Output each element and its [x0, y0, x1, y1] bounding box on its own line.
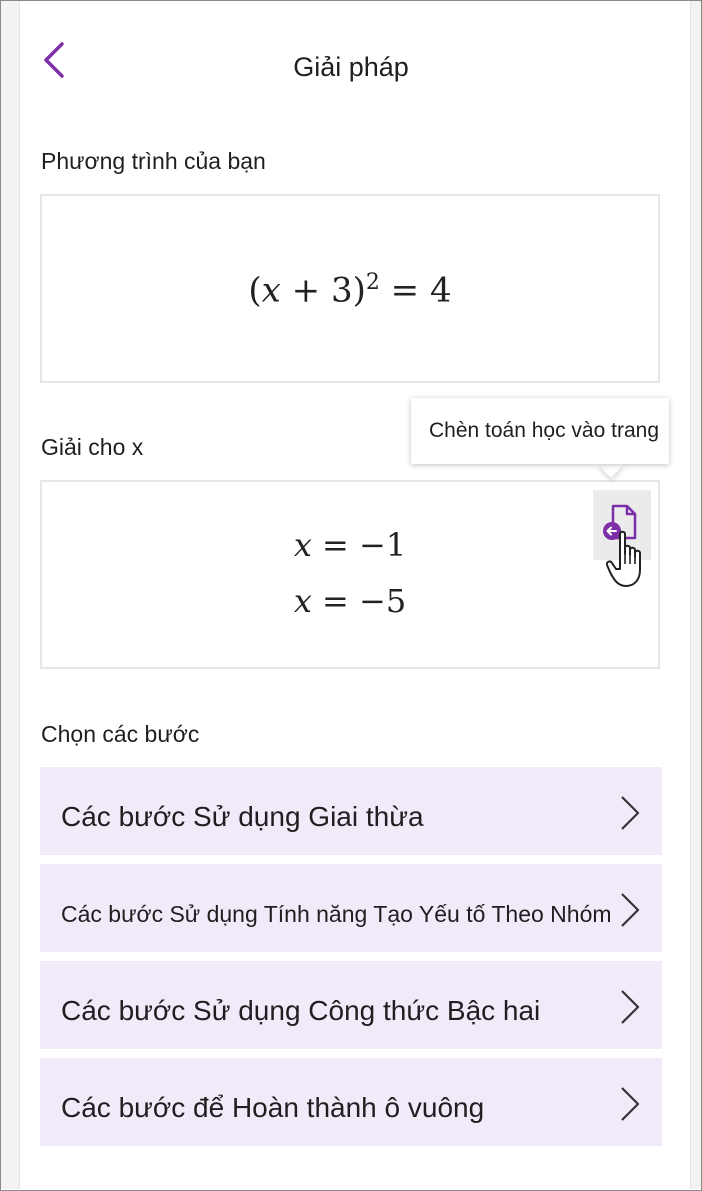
solution-variable: x — [293, 582, 312, 620]
page-title: Giải pháp — [293, 52, 409, 82]
step-option-quadratic-formula[interactable]: Các bước Sử dụng Công thức Bậc hai — [40, 961, 662, 1049]
equation-exponent: 2 — [365, 270, 380, 295]
equation-variable: x — [261, 270, 281, 311]
chevron-right-icon — [621, 990, 640, 1024]
step-option-label: Các bước để Hoàn thành ô vuông — [61, 1092, 485, 1123]
solution-equals: = — [322, 526, 349, 564]
equation-operator: + — [291, 270, 321, 311]
equation-rhs: 4 — [429, 270, 452, 311]
right-scrollbar-track[interactable] — [690, 1, 701, 1189]
solution-card: x = −1 x = −5 — [40, 480, 660, 669]
step-option-label: Các bước Sử dụng Công thức Bậc hai — [61, 995, 541, 1026]
equation-section-label: Phương trình của bạn — [41, 148, 266, 174]
solution-line: x = −1 — [42, 526, 658, 564]
solution-line: x = −5 — [42, 582, 658, 620]
step-option-grouping[interactable]: Các bước Sử dụng Tính năng Tạo Yếu tố Th… — [40, 864, 662, 952]
solution-value: −5 — [359, 582, 407, 620]
equation-equals: = — [390, 270, 420, 311]
step-option-factoring[interactable]: Các bước Sử dụng Giai thừa — [40, 767, 662, 855]
equation-card: (x + 3)2 = 4 — [40, 194, 660, 383]
hand-pointer-cursor-icon — [605, 530, 650, 590]
steps-section-label: Chọn các bước — [41, 721, 200, 747]
solution-section-label: Giải cho x — [41, 434, 144, 460]
equation-paren-open: ( — [248, 270, 262, 311]
chevron-right-icon — [621, 796, 640, 830]
solution-value: −1 — [359, 526, 407, 564]
left-edge-panel — [1, 1, 20, 1189]
solution-equals: = — [322, 582, 349, 620]
chevron-right-icon — [621, 1087, 640, 1121]
chevron-right-icon — [621, 893, 640, 927]
step-option-label: Các bước Sử dụng Tính năng Tạo Yếu tố Th… — [61, 901, 612, 927]
step-option-complete-square[interactable]: Các bước để Hoàn thành ô vuông — [40, 1058, 662, 1146]
equation-paren-close: ) — [352, 270, 366, 311]
equation-constant: 3 — [330, 270, 353, 311]
equation-display: (x + 3)2 = 4 — [42, 270, 658, 310]
insert-math-tooltip: Chèn toán học vào trang — [411, 398, 669, 464]
step-option-label: Các bước Sử dụng Giai thừa — [61, 801, 424, 832]
solution-variable: x — [293, 526, 312, 564]
